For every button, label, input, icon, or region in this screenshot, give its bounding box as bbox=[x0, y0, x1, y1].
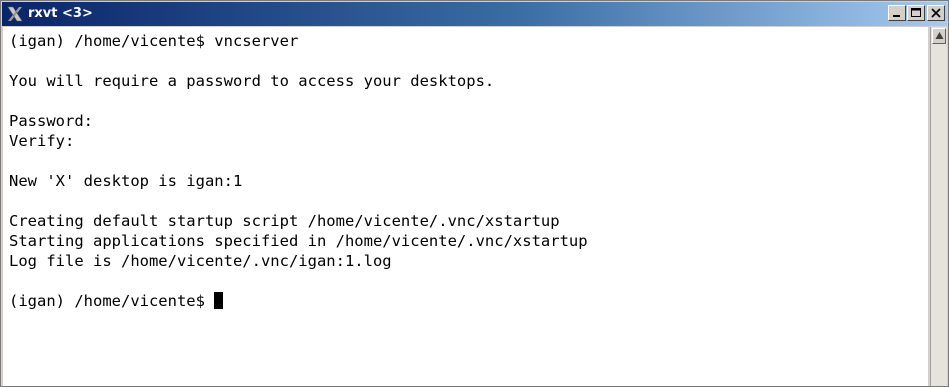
terminal-prompt: (igan) /home/vicente$ bbox=[9, 292, 215, 310]
text-cursor bbox=[214, 292, 224, 309]
terminal-line: Verify: bbox=[9, 132, 75, 150]
minimize-icon bbox=[893, 15, 900, 17]
terminal-line: Starting applications specified in /home… bbox=[9, 232, 588, 250]
close-icon bbox=[931, 8, 941, 18]
x-logo-icon[interactable] bbox=[6, 5, 24, 23]
maximize-button[interactable] bbox=[907, 5, 925, 21]
close-button[interactable] bbox=[927, 5, 945, 21]
terminal-output[interactable]: (igan) /home/vicente$ vncserver You will… bbox=[3, 27, 928, 386]
terminal-prompt-line[interactable]: (igan) /home/vicente$ bbox=[9, 291, 928, 311]
maximize-icon bbox=[911, 8, 921, 17]
window-controls bbox=[887, 5, 945, 23]
terminal-line: Log file is /home/vicente/.vnc/igan:1.lo… bbox=[9, 252, 392, 270]
terminal-line: New 'X' desktop is igan:1 bbox=[9, 172, 243, 190]
minimize-button[interactable] bbox=[888, 5, 906, 21]
terminal-line: Password: bbox=[9, 112, 93, 130]
terminal-line: Creating default startup script /home/vi… bbox=[9, 212, 560, 230]
terminal-line: You will require a password to access yo… bbox=[9, 72, 495, 90]
vertical-scrollbar[interactable] bbox=[930, 27, 947, 386]
title-bar[interactable]: rxvt <3> bbox=[2, 2, 947, 26]
scroll-up-button[interactable] bbox=[932, 28, 946, 44]
terminal-line: (igan) /home/vicente$ vncserver bbox=[9, 32, 299, 50]
terminal-window: rxvt <3> (igan) /home/vicente$ vncserver… bbox=[0, 0, 949, 387]
arrow-up-icon bbox=[935, 32, 944, 39]
window-title: rxvt <3> bbox=[28, 6, 93, 21]
